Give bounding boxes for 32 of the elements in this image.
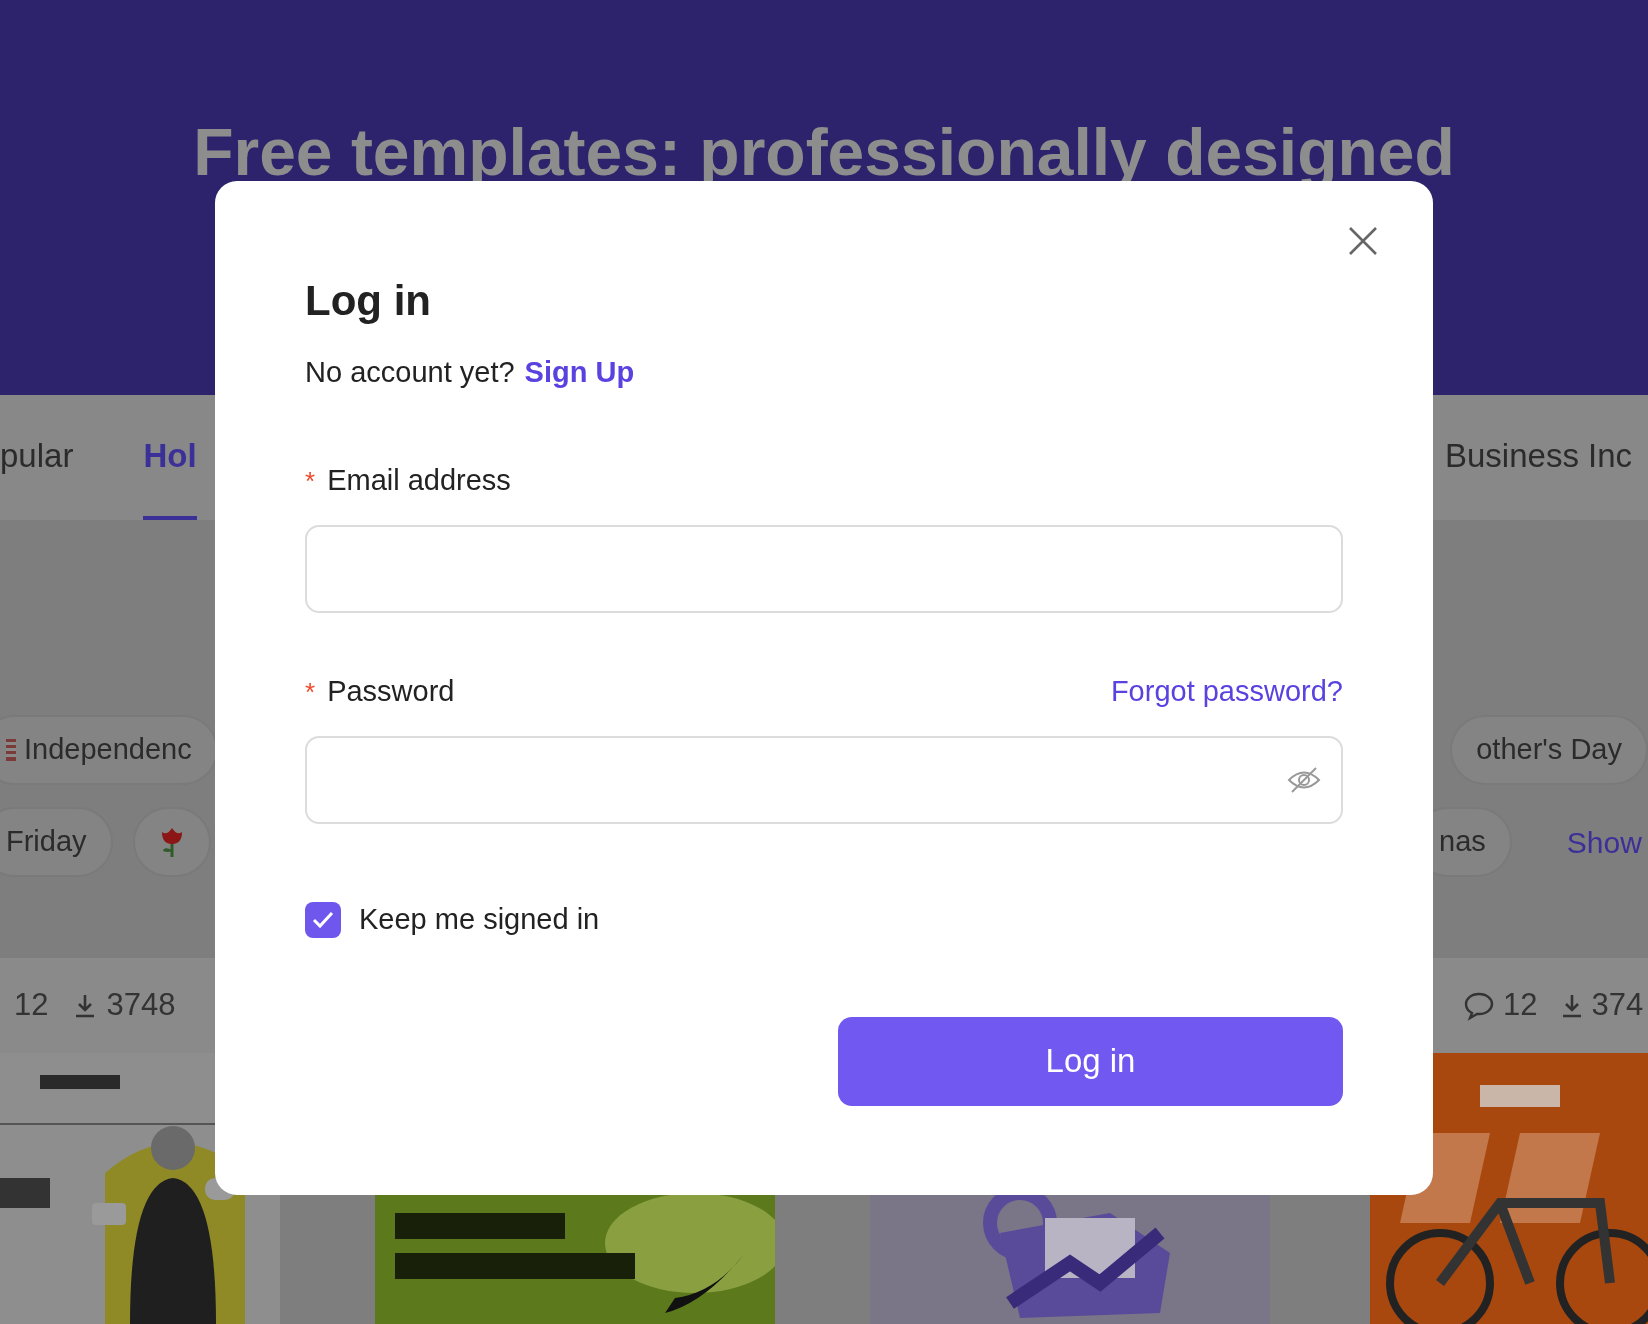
- signup-prompt: No account yet?: [305, 355, 515, 390]
- download-count: 3748: [106, 986, 176, 1025]
- required-mark: *: [305, 464, 316, 498]
- tag-chip[interactable]: Friday: [0, 807, 113, 877]
- hero-title: Free templates: professionally designed: [193, 114, 1455, 191]
- close-icon: [1348, 226, 1378, 256]
- signup-link[interactable]: Sign Up: [524, 352, 635, 392]
- flag-icon: [6, 739, 16, 761]
- download-icon: [74, 992, 97, 1019]
- download-icon: [1561, 992, 1584, 1019]
- check-icon: [312, 910, 334, 929]
- tag-chip[interactable]: Independenc: [0, 715, 215, 785]
- dialog-title: Log in: [305, 276, 432, 326]
- field-label: Email address: [327, 463, 511, 499]
- comment-icon: [1463, 990, 1495, 1021]
- category-tab[interactable]: Business Inc: [1445, 395, 1633, 520]
- download-count: 374: [1591, 986, 1644, 1025]
- category-tab[interactable]: Hol: [143, 395, 197, 520]
- field-label: Password: [327, 674, 455, 710]
- remember-checkbox[interactable]: [305, 901, 341, 938]
- comment-count: 12: [1503, 986, 1538, 1025]
- password-field[interactable]: [305, 736, 1343, 824]
- hidden-eye-icon[interactable]: [1287, 765, 1321, 795]
- show-more-link[interactable]: Show: [1566, 819, 1642, 865]
- forgot-password-link[interactable]: Forgot password?: [1110, 670, 1343, 714]
- login-button[interactable]: Log in: [838, 1016, 1343, 1106]
- email-field[interactable]: [305, 525, 1343, 613]
- category-tab[interactable]: pular: [0, 395, 74, 520]
- required-mark: *: [305, 675, 316, 709]
- remember-label: Keep me signed in: [359, 902, 600, 937]
- comment-count: 12: [14, 986, 49, 1025]
- tag-chip[interactable]: other's Day: [1450, 715, 1648, 785]
